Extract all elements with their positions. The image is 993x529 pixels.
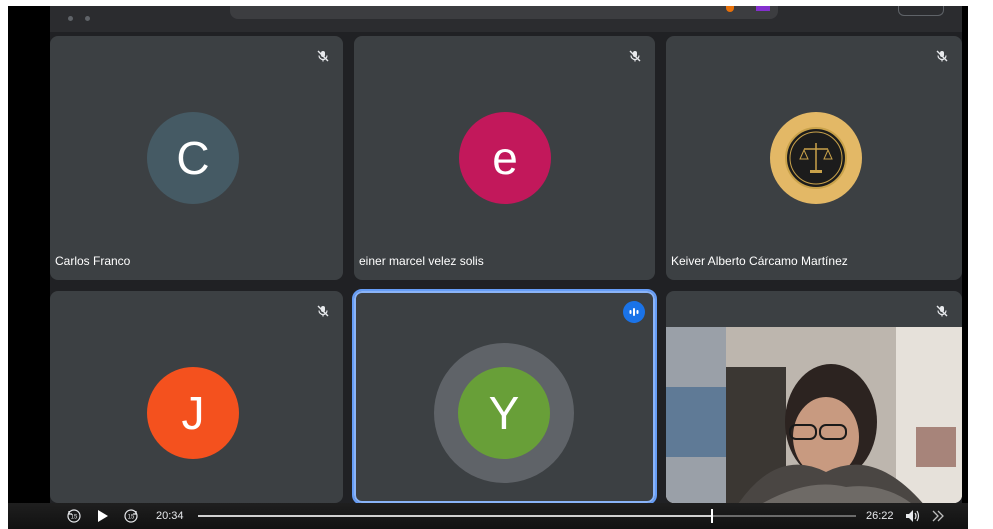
nav-controls xyxy=(68,8,108,21)
mic-off-icon xyxy=(311,44,335,68)
avatar-initial: Y xyxy=(488,387,520,439)
participant-name: Carlos Franco xyxy=(55,254,131,268)
mic-off-icon xyxy=(311,299,335,323)
seek-thumb[interactable] xyxy=(711,509,713,523)
participant-tile xyxy=(666,291,962,503)
volume-icon[interactable] xyxy=(904,508,922,529)
participant-name: Keiver Alberto Cárcamo Martínez xyxy=(671,254,848,268)
extension-icon xyxy=(756,6,770,11)
avatar-initial: e xyxy=(492,132,518,184)
participant-name: einer marcel velez solis xyxy=(359,254,484,268)
playback-controls: 15 15 20:34 26:22 xyxy=(8,503,968,529)
current-time: 20:34 xyxy=(156,510,184,522)
avatar: J xyxy=(147,367,239,459)
seek-bar[interactable] xyxy=(198,509,856,523)
avatar: Y xyxy=(458,367,550,459)
participant-tile: Keiver Alberto Cárcamo Martínez xyxy=(666,36,962,280)
participant-tile: J xyxy=(50,291,343,503)
mic-off-icon xyxy=(623,44,647,68)
avatar-initial: C xyxy=(176,132,210,184)
avatar-initial: J xyxy=(181,387,205,439)
participant-video xyxy=(666,327,962,503)
participant-tile-speaking: Y xyxy=(352,289,657,505)
profile-button xyxy=(898,6,944,16)
total-time: 26:22 xyxy=(866,510,894,522)
avatar: e xyxy=(459,112,551,204)
svg-text:15: 15 xyxy=(71,515,78,521)
speaking-indicator-icon xyxy=(623,301,645,323)
svg-text:15: 15 xyxy=(128,515,135,521)
avatar: C xyxy=(147,112,239,204)
next-icon[interactable] xyxy=(930,508,946,529)
rewind-15-icon[interactable]: 15 xyxy=(66,508,82,529)
mic-off-icon xyxy=(930,299,954,323)
seek-progress xyxy=(198,515,711,517)
video-player: C Carlos Franco e einer marcel velez sol… xyxy=(8,6,968,529)
participant-tile: e einer marcel velez solis xyxy=(354,36,655,280)
avatar xyxy=(770,112,862,204)
address-bar xyxy=(230,6,778,19)
play-icon[interactable] xyxy=(94,508,110,529)
meeting-recording: C Carlos Franco e einer marcel velez sol… xyxy=(50,6,962,529)
scales-of-justice-logo xyxy=(785,127,847,189)
forward-15-icon[interactable]: 15 xyxy=(123,508,139,529)
participant-tile: C Carlos Franco xyxy=(50,36,343,280)
browser-toolbar xyxy=(50,6,962,32)
mic-off-icon xyxy=(930,44,954,68)
